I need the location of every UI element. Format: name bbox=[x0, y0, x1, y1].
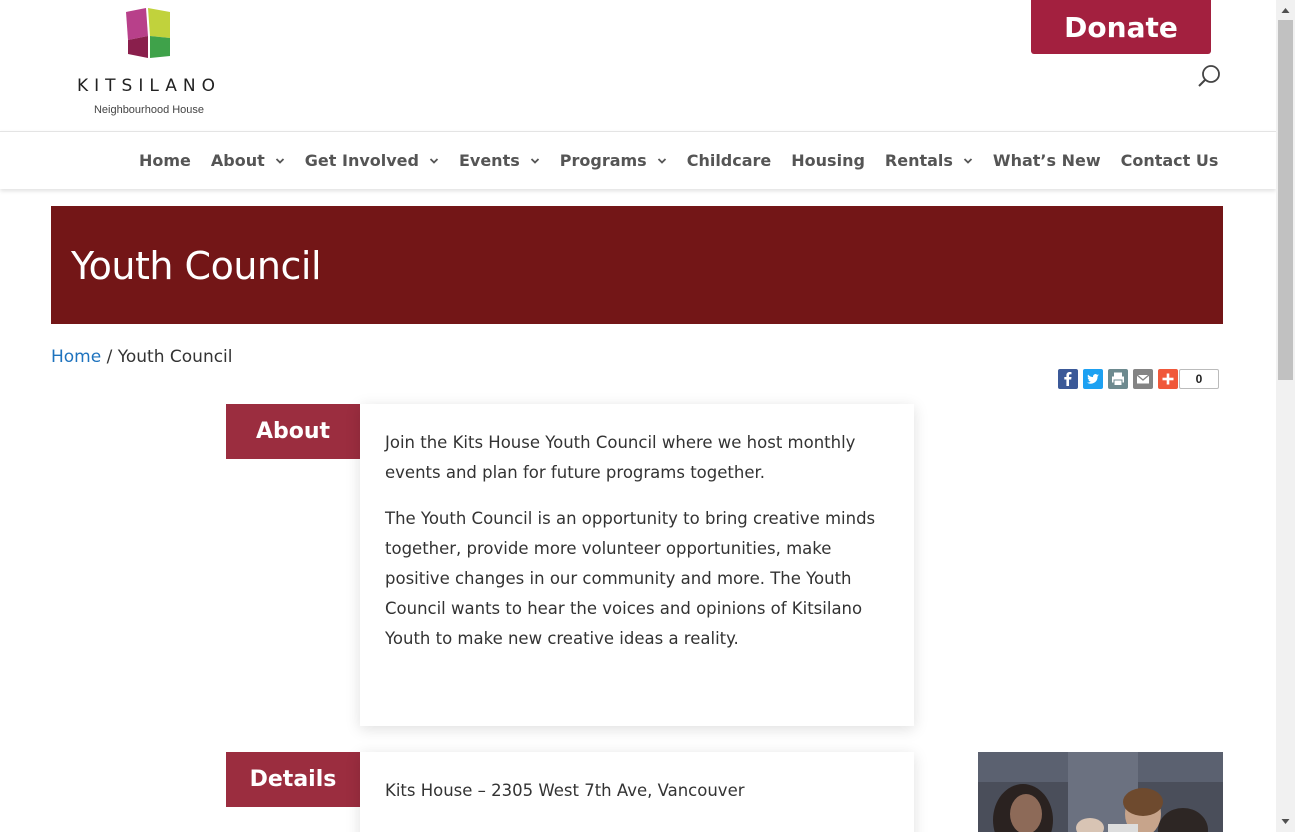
nav-item[interactable]: Rentals bbox=[885, 151, 973, 170]
page-title: Youth Council bbox=[71, 244, 322, 288]
print-icon[interactable] bbox=[1108, 369, 1128, 389]
details-location: Kits House – 2305 West 7th Ave, Vancouve… bbox=[385, 781, 745, 800]
logo-wordmark: KITSILANO bbox=[77, 76, 221, 96]
scrollbar-thumb[interactable] bbox=[1278, 20, 1293, 380]
nav-item-label: Housing bbox=[791, 150, 865, 170]
breadcrumb-separator: / bbox=[101, 347, 118, 367]
search-icon[interactable] bbox=[1196, 62, 1224, 90]
logo-mark-icon bbox=[126, 8, 170, 58]
scroll-up-arrow-icon[interactable] bbox=[1280, 5, 1291, 16]
logo-tagline: Neighbourhood House bbox=[93, 104, 205, 116]
twitter-icon[interactable] bbox=[1083, 369, 1103, 389]
nav-item-label: Contact Us bbox=[1120, 150, 1219, 170]
share-count: 0 bbox=[1179, 369, 1219, 389]
breadcrumb-home-link[interactable]: Home bbox=[51, 347, 101, 367]
nav-item[interactable]: Housing bbox=[791, 151, 865, 170]
nav-item-label: Home bbox=[139, 150, 191, 170]
site-logo[interactable]: KITSILANO Neighbourhood House bbox=[56, 8, 242, 120]
nav-item-label: Get Involved bbox=[304, 150, 419, 170]
scroll-down-arrow-icon[interactable] bbox=[1280, 816, 1291, 827]
about-card: Join the Kits House Youth Council where … bbox=[360, 404, 914, 726]
nav-item-label: Programs bbox=[559, 150, 647, 170]
share-bar: 0 bbox=[1058, 369, 1219, 389]
chevron-down-icon bbox=[429, 158, 439, 164]
nav-item-label: Childcare bbox=[686, 150, 772, 170]
chevron-down-icon bbox=[657, 158, 666, 164]
about-paragraph: Join the Kits House Youth Council where … bbox=[385, 433, 856, 482]
nav-item[interactable]: Childcare bbox=[687, 151, 772, 170]
chevron-down-icon bbox=[275, 158, 284, 164]
breadcrumb-current: Youth Council bbox=[117, 347, 233, 367]
email-icon[interactable] bbox=[1133, 369, 1153, 389]
facebook-icon[interactable] bbox=[1058, 369, 1078, 389]
details-card: Kits House – 2305 West 7th Ave, Vancouve… bbox=[360, 752, 914, 832]
site-header: KITSILANO Neighbourhood House Donate bbox=[0, 0, 1276, 131]
about-tab-label: About bbox=[226, 404, 360, 459]
nav-item-label: About bbox=[210, 150, 265, 170]
nav-item[interactable]: About bbox=[211, 151, 285, 170]
chevron-down-icon bbox=[530, 158, 539, 164]
nav-menu: Home About Get Involved Events Programs Child… bbox=[139, 132, 1238, 188]
nav-item[interactable]: Events bbox=[459, 151, 540, 170]
about-paragraph: The Youth Council is an opportunity to b… bbox=[385, 509, 876, 648]
nav-item[interactable]: Get Involved bbox=[305, 151, 439, 170]
donate-button[interactable]: Donate bbox=[1031, 0, 1211, 54]
youth-council-photo bbox=[978, 752, 1223, 832]
nav-item-label: Events bbox=[458, 150, 520, 170]
nav-item-label: Rentals bbox=[884, 150, 953, 170]
page-title-banner: Youth Council bbox=[51, 206, 1223, 324]
breadcrumb: Home / Youth Council bbox=[51, 347, 233, 367]
nav-item[interactable]: What’s New bbox=[993, 151, 1101, 170]
nav-item[interactable]: Programs bbox=[560, 151, 667, 170]
nav-item-label: What’s New bbox=[992, 150, 1101, 170]
main-nav: Home About Get Involved Events Programs Child… bbox=[0, 131, 1276, 189]
details-tab-label: Details bbox=[226, 752, 360, 807]
add-share-icon[interactable] bbox=[1158, 369, 1178, 389]
nav-item[interactable]: Contact Us bbox=[1121, 151, 1219, 170]
nav-item[interactable]: Home bbox=[139, 151, 191, 170]
chevron-down-icon bbox=[963, 158, 973, 164]
